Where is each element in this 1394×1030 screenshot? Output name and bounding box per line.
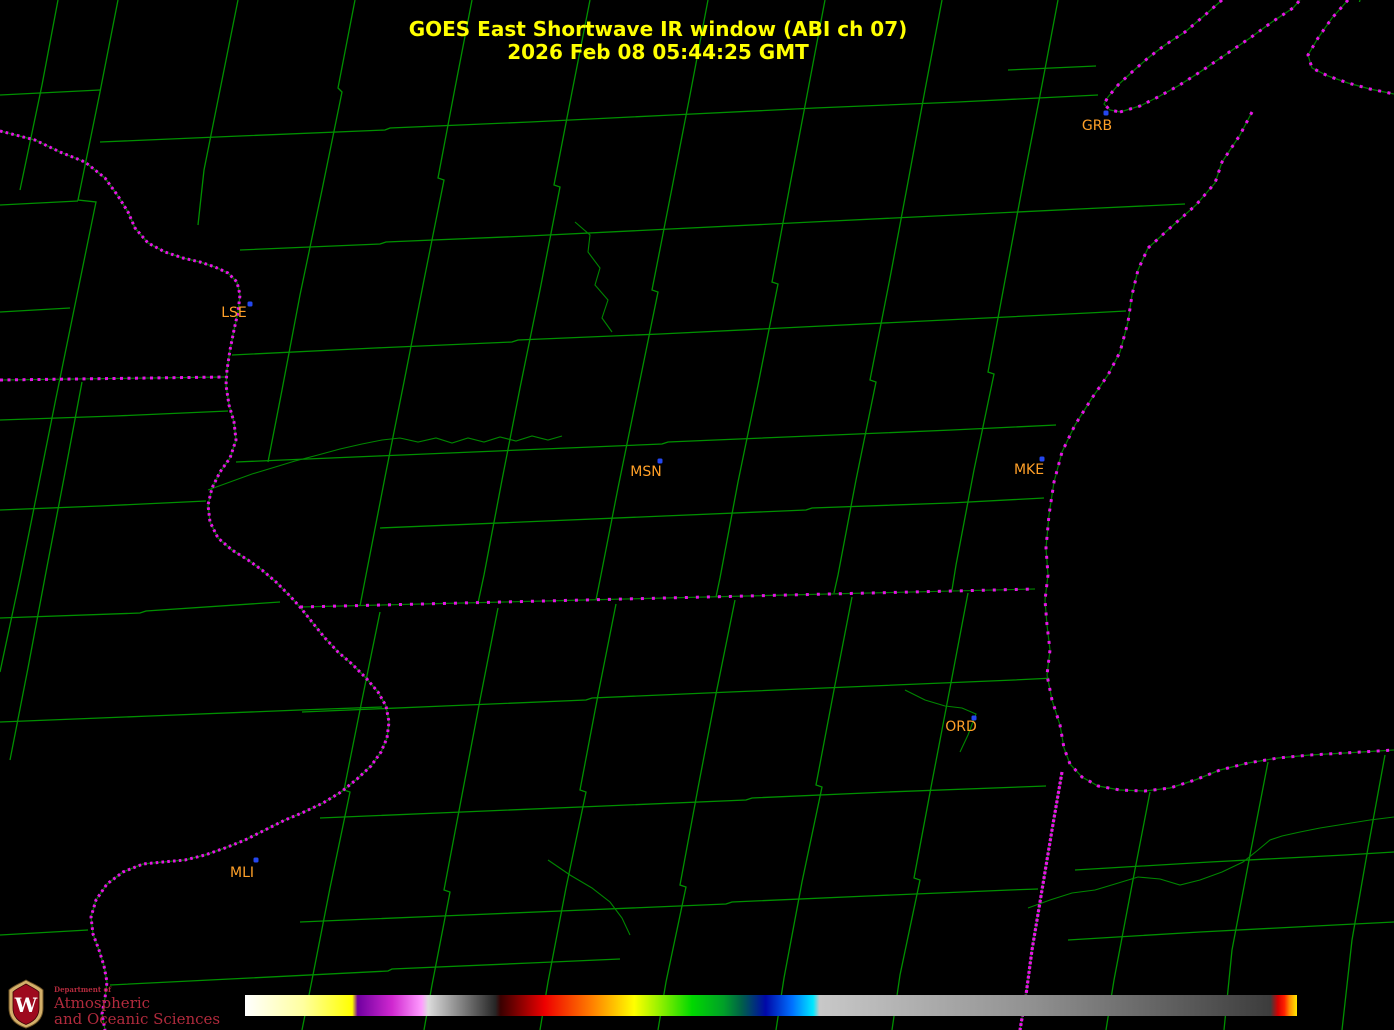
goes-satellite-viewer: GOES East Shortwave IR window (ABI ch 07… — [0, 0, 1394, 1030]
uw-crest-icon: W — [7, 979, 45, 1029]
station-label: MKE — [1014, 462, 1044, 478]
satellite-map — [0, 0, 1394, 1030]
image-title: GOES East Shortwave IR window (ABI ch 07… — [258, 18, 1058, 64]
title-line-1: GOES East Shortwave IR window (ABI ch 07… — [258, 18, 1058, 41]
uw-aos-logo: W Department of Atmospheric and Oceanic … — [7, 979, 220, 1029]
station-label: MLI — [230, 865, 254, 881]
logo-line-1: Atmospheric — [54, 995, 220, 1011]
title-line-2: 2026 Feb 08 05:44:25 GMT — [258, 41, 1058, 64]
river-lines — [208, 222, 1394, 935]
station-dot — [254, 858, 259, 863]
station-label: GRB — [1082, 118, 1112, 134]
station-dot — [1040, 457, 1045, 462]
station-label: ORD — [945, 719, 977, 735]
logo-line-2: and Oceanic Sciences — [54, 1011, 220, 1027]
station-dot — [1104, 111, 1109, 116]
station-label: LSE — [221, 305, 247, 321]
logo-dept-label: Department of — [54, 985, 220, 994]
station-label: MSN — [630, 464, 661, 480]
crest-letter: W — [14, 993, 38, 1017]
station-dot — [658, 459, 663, 464]
station-dot — [248, 302, 253, 307]
color-scale-bar — [245, 995, 1297, 1016]
